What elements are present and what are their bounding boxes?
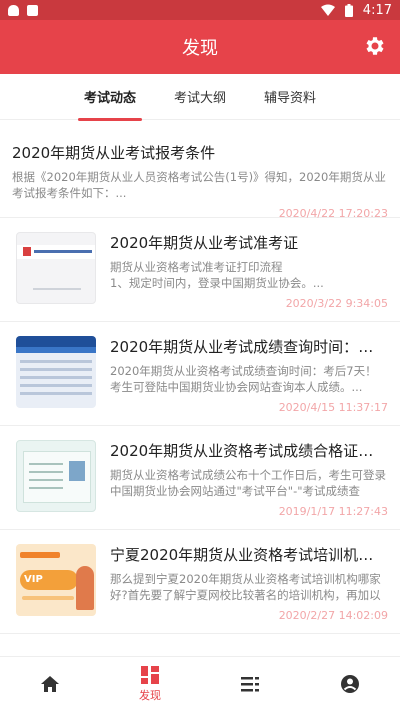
profile-icon <box>341 674 359 693</box>
bottom-navigation: 发现 <box>0 656 400 710</box>
article-time: 2019/1/17 11:27:43 <box>278 505 388 518</box>
notification-icon <box>27 4 38 16</box>
list-icon <box>241 676 259 691</box>
article-item[interactable]: 2020年期货从业考试准考证 期货从业资格考试准考证打印流程 1、规定时间内，登… <box>0 218 400 322</box>
nav-list[interactable] <box>200 657 300 710</box>
article-item[interactable]: 2020年期货从业考试报考条件 根据《2020年期货从业人员资格考试公告(1号)… <box>0 130 400 220</box>
home-icon <box>41 675 59 692</box>
article-title: 2020年期货从业考试准考证 <box>110 234 299 252</box>
article-summary: 期货从业资格考试成绩公布十个工作日后，考生可登录中国期货业协会网站通过"考试平台… <box>110 468 386 498</box>
discover-icon <box>141 665 159 684</box>
app-bar: 发现 <box>0 20 400 74</box>
category-tabs: 考试动态 考试大纲 辅导资料 <box>0 74 400 121</box>
notification-icon <box>8 4 19 16</box>
article-thumbnail <box>16 336 96 408</box>
article-item[interactable]: VIP 宁夏2020年期货从业资格考试培训机构哪家好 那么提到宁夏2020年期货… <box>0 530 400 634</box>
clock: 4:17 <box>362 2 392 18</box>
article-title: 宁夏2020年期货从业资格考试培训机构哪家好 <box>110 546 388 564</box>
status-bar: 4:17 <box>0 0 400 20</box>
article-item[interactable]: 2020年期货从业考试成绩查询时间：考后7天 2020年期货从业资格考试成绩查询… <box>0 322 400 426</box>
article-thumbnail <box>16 440 96 512</box>
page-title: 发现 <box>182 38 218 59</box>
article-list: 2020年期货从业考试报考条件 根据《2020年期货从业人员资格考试公告(1号)… <box>0 130 400 634</box>
article-summary: 那么提到宁夏2020年期货从业资格考试培训机构哪家好?首先要了解宁夏网校比较著名… <box>110 572 381 602</box>
nav-profile[interactable] <box>300 657 400 710</box>
article-time: 2020/4/15 11:37:17 <box>278 401 388 414</box>
thumbnail-vip-text: VIP <box>24 574 43 585</box>
article-thumbnail: VIP <box>16 544 96 616</box>
nav-home[interactable] <box>0 657 100 710</box>
nav-discover[interactable]: 发现 <box>100 657 200 710</box>
article-summary: 期货从业资格考试准考证打印流程 1、规定时间内，登录中国期货业协会。... <box>110 260 324 290</box>
article-summary: 根据《2020年期货从业人员资格考试公告(1号)》得知，2020年期货从业考试报… <box>12 170 386 200</box>
battery-icon <box>344 3 353 17</box>
article-summary: 2020年期货从业资格考试成绩查询时间：考后7天！考生可登陆中国期货业协会网站查… <box>110 364 377 394</box>
article-title: 2020年期货从业考试报考条件 <box>12 144 216 162</box>
article-item[interactable]: 2020年期货从业资格考试成绩合格证打印时间 期货从业资格考试成绩公布十个工作日… <box>0 426 400 530</box>
article-time: 2020/3/22 9:34:05 <box>285 297 388 310</box>
tab-exam-syllabus[interactable]: 考试大纲 <box>172 83 228 110</box>
article-title: 2020年期货从业考试成绩查询时间：考后7天 <box>110 338 388 356</box>
tab-exam-news[interactable]: 考试动态 <box>77 83 143 121</box>
tab-study-materials[interactable]: 辅导资料 <box>262 83 318 110</box>
article-time: 2020/2/27 14:02:09 <box>278 609 388 622</box>
wifi-icon <box>320 4 335 16</box>
nav-discover-label: 发现 <box>139 688 161 702</box>
article-thumbnail <box>16 232 96 304</box>
settings-gear-icon[interactable] <box>362 34 386 58</box>
article-title: 2020年期货从业资格考试成绩合格证打印时间 <box>110 442 388 460</box>
